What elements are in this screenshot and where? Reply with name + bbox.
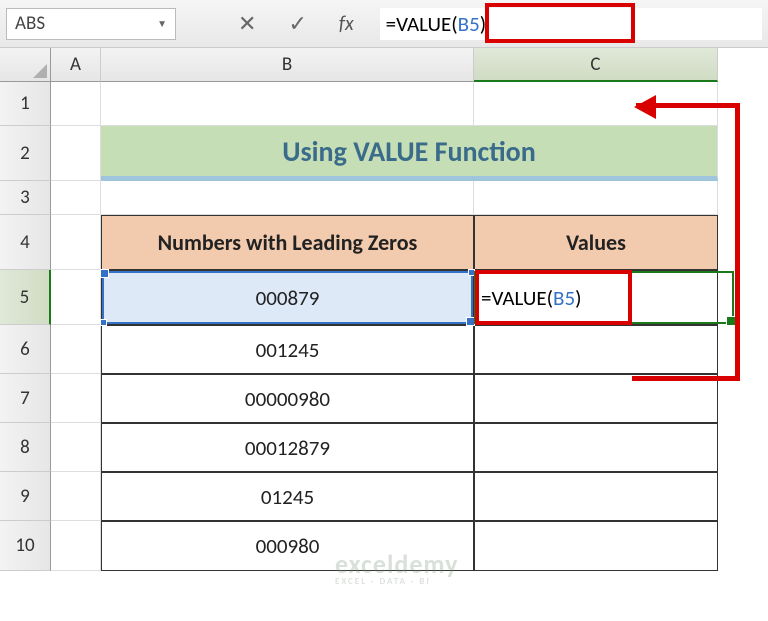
row-header-3[interactable]: 3 <box>0 181 51 215</box>
cell-c1[interactable] <box>474 82 718 126</box>
watermark-sub: EXCEL · DATA · BI <box>335 576 458 587</box>
header-numbers[interactable]: Numbers with Leading Zeros <box>101 215 474 270</box>
cell-b7[interactable]: 00000980 <box>101 374 474 423</box>
formula-ref: B5 <box>458 11 480 37</box>
row-header-9[interactable]: 9 <box>0 472 51 521</box>
cell-b3[interactable] <box>101 181 474 215</box>
cell-c10[interactable] <box>474 521 718 571</box>
cell-b1[interactable] <box>101 82 474 126</box>
cell-c9[interactable] <box>474 472 718 521</box>
formula-input[interactable]: =VALUE(B5) <box>380 8 762 40</box>
cell-a6[interactable] <box>51 325 101 374</box>
cell-a5[interactable] <box>51 270 101 325</box>
row-header-10[interactable]: 10 <box>0 521 51 571</box>
cell-a4[interactable] <box>51 215 101 270</box>
col-header-a[interactable]: A <box>51 48 101 82</box>
cell-c8[interactable] <box>474 423 718 472</box>
enter-icon[interactable]: ✓ <box>288 10 306 37</box>
cell-a1[interactable] <box>51 82 101 126</box>
row-header-5[interactable]: 5 <box>0 270 51 325</box>
row-header-6[interactable]: 6 <box>0 325 51 374</box>
cell-a7[interactable] <box>51 374 101 423</box>
row-header-1[interactable]: 1 <box>0 82 51 126</box>
cell-a3[interactable] <box>51 181 101 215</box>
cell-formula-ref: B5 <box>553 285 575 311</box>
cell-formula-prefix: =VALUE( <box>481 285 553 311</box>
spreadsheet-grid[interactable]: A B C 1 2 3 4 5 6 7 8 9 10 Using VALUE F… <box>0 48 768 82</box>
formula-prefix: =VALUE( <box>386 11 458 37</box>
cell-b5[interactable]: 000879 <box>101 270 474 325</box>
cell-b8[interactable]: 00012879 <box>101 423 474 472</box>
col-header-b[interactable]: B <box>101 48 474 82</box>
cell-a9[interactable] <box>51 472 101 521</box>
formula-suffix: ) <box>480 11 486 37</box>
cell-c5[interactable]: =VALUE(B5) <box>474 270 718 325</box>
name-box[interactable]: ABS ▼ <box>6 8 176 40</box>
header-values[interactable]: Values <box>474 215 718 270</box>
cell-b9[interactable]: 01245 <box>101 472 474 521</box>
cell-formula-suffix: ) <box>575 285 581 311</box>
name-box-value: ABS <box>15 12 45 35</box>
row-header-7[interactable]: 7 <box>0 374 51 423</box>
row-header-8[interactable]: 8 <box>0 423 51 472</box>
fx-icon[interactable]: fx <box>339 12 354 36</box>
cell-b6[interactable]: 001245 <box>101 325 474 374</box>
cell-a8[interactable] <box>51 423 101 472</box>
formula-bar-buttons: ✕ ✓ fx <box>226 10 380 37</box>
col-header-c[interactable]: C <box>474 48 718 82</box>
cell-a10[interactable] <box>51 521 101 571</box>
cell-c6[interactable] <box>474 325 718 374</box>
title-cell[interactable]: Using VALUE Function <box>101 126 718 181</box>
name-box-dropdown-icon[interactable]: ▼ <box>157 17 167 30</box>
cell-c7[interactable] <box>474 374 718 423</box>
cell-c3[interactable] <box>474 181 718 215</box>
select-all-button[interactable] <box>0 48 51 82</box>
cell-a2[interactable] <box>51 126 101 181</box>
cell-b10[interactable]: 000980 <box>101 521 474 571</box>
cancel-icon[interactable]: ✕ <box>238 10 256 37</box>
row-header-4[interactable]: 4 <box>0 215 51 270</box>
row-header-2[interactable]: 2 <box>0 126 51 181</box>
formula-bar: ABS ▼ ✕ ✓ fx =VALUE(B5) <box>0 0 768 48</box>
